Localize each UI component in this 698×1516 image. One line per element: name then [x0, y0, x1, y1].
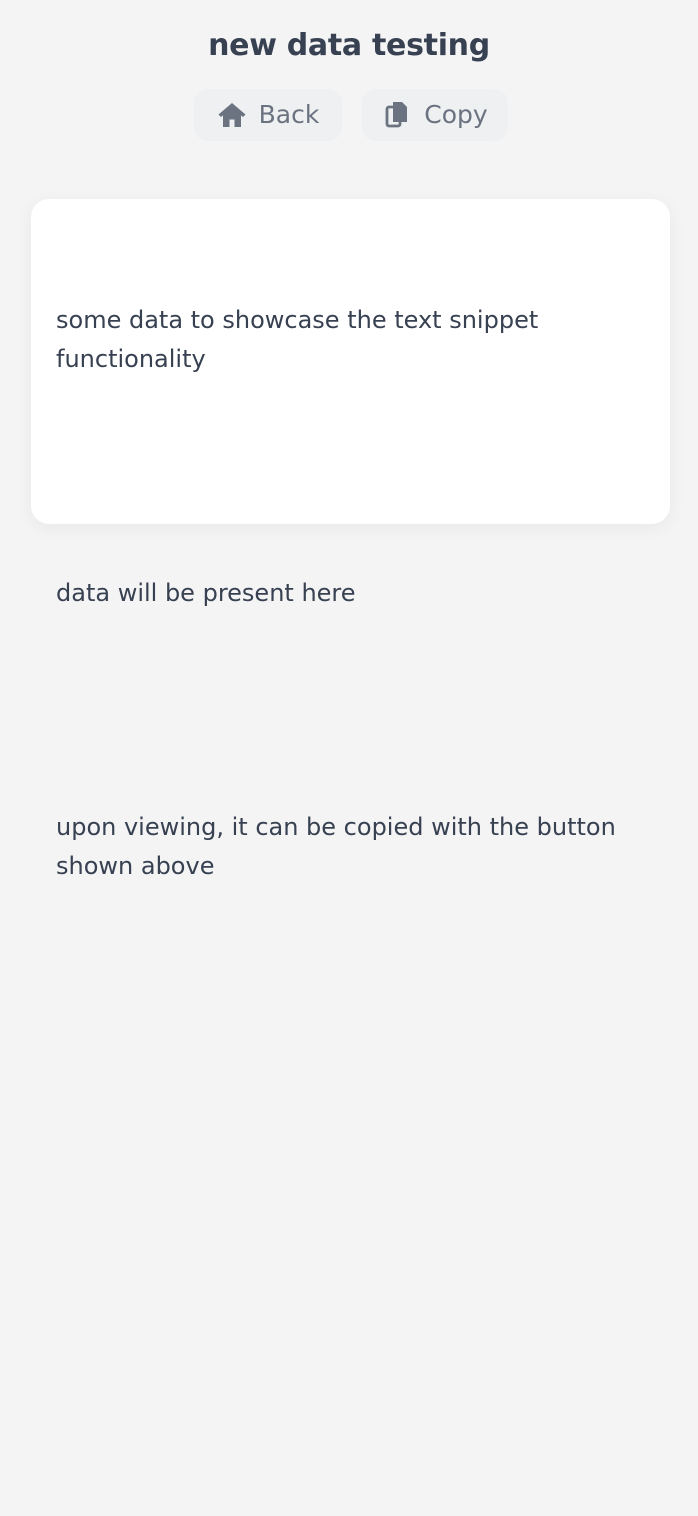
- home-icon: [217, 100, 247, 130]
- copy-button[interactable]: Copy: [362, 89, 508, 141]
- snippet-card: some data to showcase the text snippet f…: [31, 199, 670, 880]
- copy-button-label: Copy: [424, 100, 488, 129]
- copy-icon: [382, 100, 412, 130]
- back-button-label: Back: [258, 100, 320, 129]
- snippet-line: upon viewing, it can be copied with the …: [56, 813, 624, 880]
- snippet-line: [56, 457, 645, 496]
- snippet-line: data will be present here: [56, 579, 356, 607]
- snippet-text: some data to showcase the text snippet f…: [56, 223, 645, 964]
- snippet-line: [56, 691, 645, 730]
- back-button[interactable]: Back: [194, 89, 342, 141]
- snippet-line: some data to showcase the text snippet f…: [56, 306, 546, 373]
- page-title: new data testing: [208, 28, 490, 63]
- toolbar: Back Copy: [0, 89, 698, 141]
